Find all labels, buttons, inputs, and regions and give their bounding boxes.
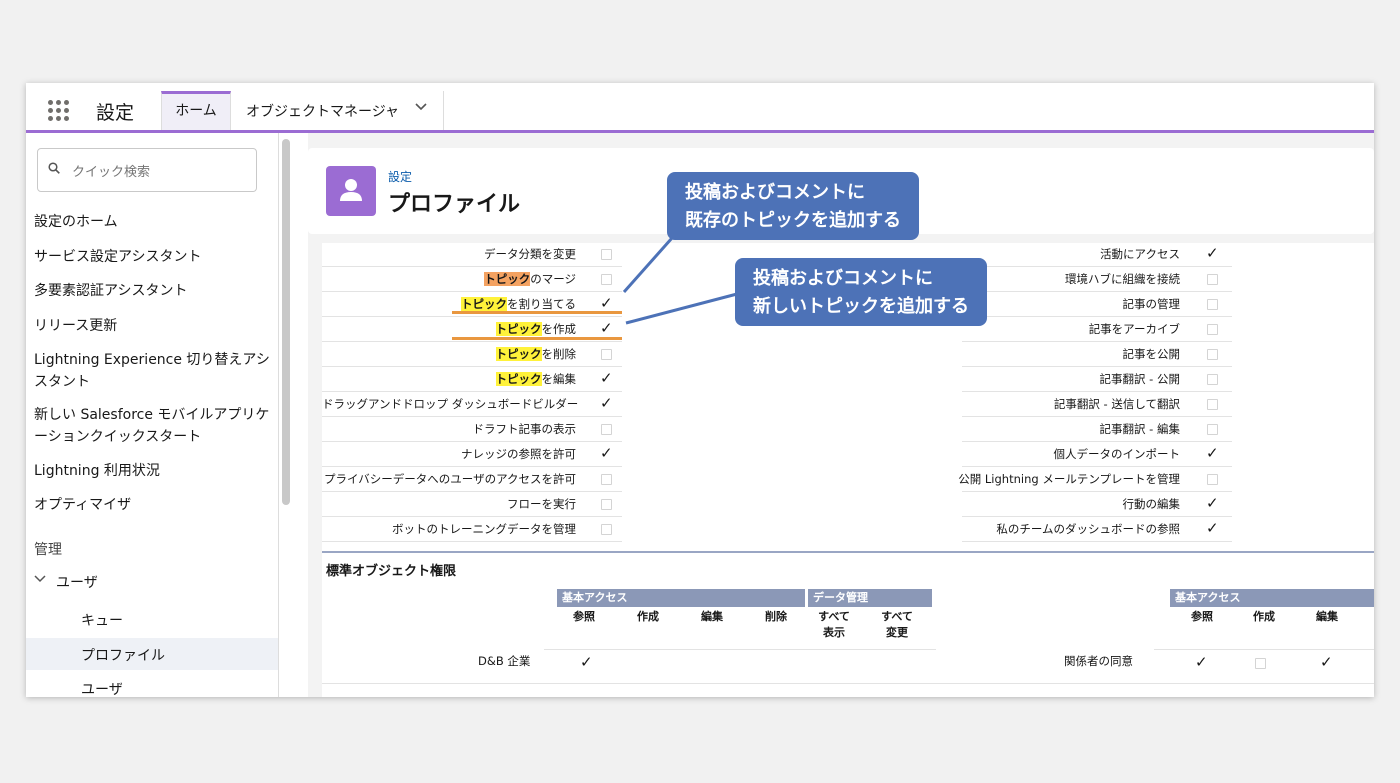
callout-line: 投稿およびコメントに — [685, 182, 865, 203]
callout-pointers — [622, 237, 738, 325]
callout-line: 新しいトピックを追加する — [753, 296, 969, 317]
callout-new-topic: 投稿およびコメントに 新しいトピックを追加する — [735, 258, 987, 326]
callout-line: 既存のトピックを追加する — [685, 210, 901, 231]
callout-existing-topic: 投稿およびコメントに 既存のトピックを追加する — [667, 172, 919, 240]
callout-line: 投稿およびコメントに — [753, 268, 933, 289]
